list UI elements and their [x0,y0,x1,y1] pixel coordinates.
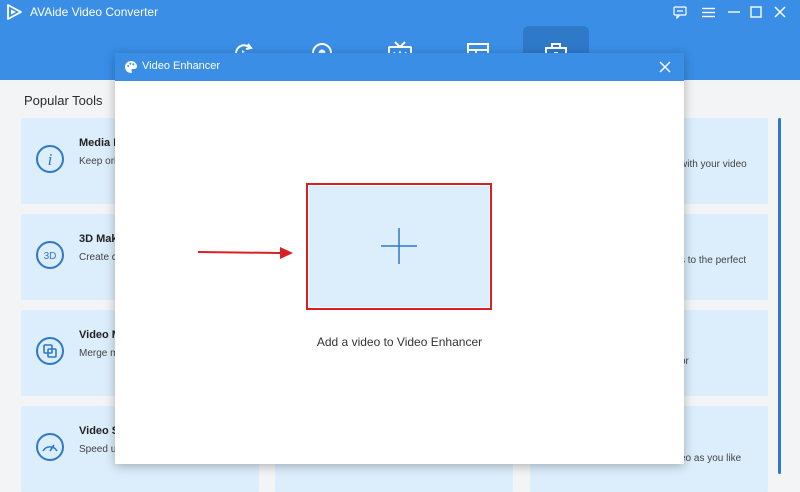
svg-text:3D: 3D [44,251,57,262]
dialog-close-icon[interactable] [656,58,674,76]
tool-name: Video S [79,425,120,437]
speed-icon [36,433,64,461]
tool-desc: s to the perfect [680,255,747,266]
section-title: Popular Tools [24,93,103,108]
close-icon[interactable] [769,2,791,22]
svg-text:i: i [48,150,53,169]
merge-icon [36,337,64,365]
plus-icon [381,228,417,264]
drop-label: Add a video to Video Enhancer [316,335,483,349]
app-logo-icon [7,4,22,20]
scrollbar[interactable] [778,118,781,474]
menu-icon[interactable] [697,2,719,22]
feedback-icon[interactable] [669,2,691,22]
tool-desc: with your video [680,159,747,170]
tool-desc: eo as you like [680,453,742,464]
dialog-title: Video Enhancer [142,60,221,72]
annotation-arrow-icon [197,247,293,259]
dialog-header: Video Enhancer [115,53,684,81]
app-title: AVAide Video Converter [30,5,159,19]
info-icon: i [36,145,64,173]
add-video-button[interactable] [309,186,489,307]
palette-icon [125,61,137,73]
tool-name: 3D Mak [79,233,118,245]
minimize-icon[interactable] [723,2,745,22]
maximize-icon[interactable] [745,2,767,22]
3d-icon: 3D [36,241,64,269]
